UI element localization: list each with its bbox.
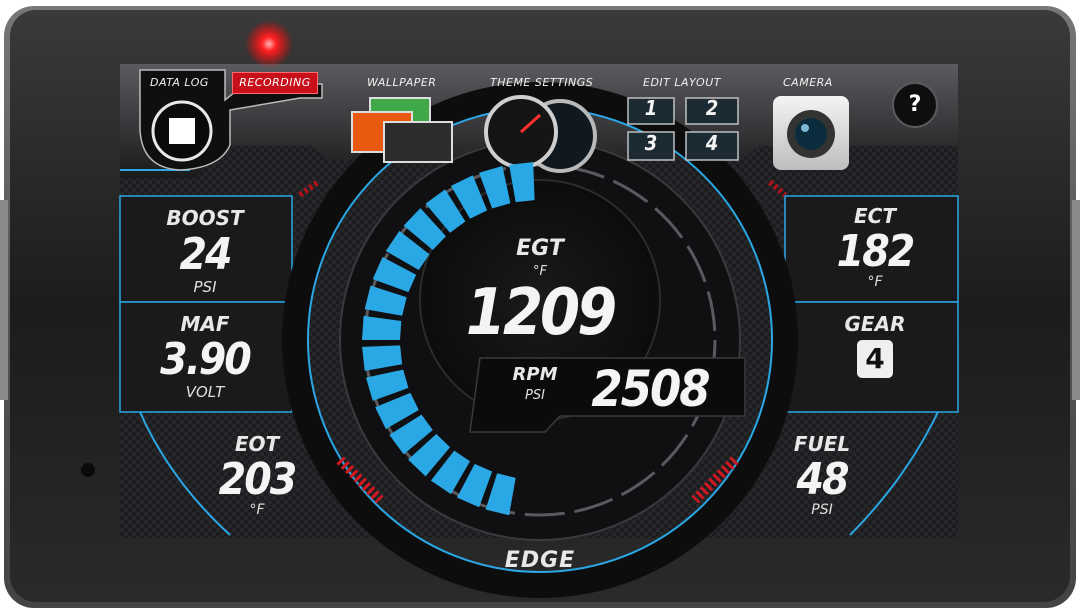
recording-badge: RECORDING bbox=[232, 72, 318, 94]
rpm-unit: PSI bbox=[525, 388, 545, 403]
edit-layout-button[interactable]: 1 2 3 4 bbox=[626, 96, 740, 162]
theme-settings-button[interactable] bbox=[484, 94, 600, 174]
ect-value: 182 bbox=[836, 226, 916, 277]
theme-settings-label: THEME SETTINGS bbox=[490, 76, 594, 89]
egt-arc-segment bbox=[593, 461, 629, 505]
egt-arc-segment bbox=[362, 345, 403, 371]
egt-arc-segment bbox=[634, 430, 676, 472]
recording-badge-text: RECORDING bbox=[239, 76, 311, 89]
monitor-device: DATA LOG RECORDING WALLPAPER THEME SETTI… bbox=[0, 0, 1080, 612]
maf-unit: VOLT bbox=[185, 383, 225, 401]
eot-label: EOT bbox=[234, 432, 280, 456]
gear-indicator: 4 bbox=[857, 340, 893, 378]
eot-value: 203 bbox=[218, 454, 298, 505]
fuel-value: 48 bbox=[796, 454, 849, 505]
egt-arc-segment bbox=[678, 309, 718, 335]
brand-logo: EDGE bbox=[504, 548, 576, 573]
egt-arc-segment bbox=[630, 204, 672, 246]
egt-arc-segment bbox=[588, 173, 623, 216]
layout-slot-1: 1 bbox=[644, 96, 658, 120]
help-icon: ? bbox=[908, 92, 922, 117]
egt-arc-segment bbox=[672, 279, 714, 310]
egt-arc-segment bbox=[661, 251, 705, 287]
egt-arc-segment bbox=[485, 473, 516, 516]
layout-slot-2: 2 bbox=[705, 96, 719, 120]
maf-label: MAF bbox=[180, 312, 230, 336]
camera-label: CAMERA bbox=[783, 76, 833, 89]
egt-arc-segment bbox=[364, 285, 407, 316]
data-log-label: DATA LOG bbox=[150, 76, 209, 89]
rpm-value: 2508 bbox=[591, 360, 710, 418]
eot-unit: °F bbox=[249, 502, 265, 518]
fuel-label: FUEL bbox=[793, 432, 851, 456]
boost-value: 24 bbox=[179, 229, 232, 280]
maf-value: 3.90 bbox=[160, 334, 252, 385]
help-button[interactable]: ? bbox=[893, 83, 937, 127]
boost-unit: PSI bbox=[193, 278, 217, 296]
ect-unit: °F bbox=[867, 274, 883, 290]
wallpaper-button[interactable] bbox=[348, 94, 458, 166]
egt-arc-segment bbox=[615, 447, 655, 490]
egt-arc-segment bbox=[366, 369, 409, 401]
data-log-stop-button[interactable] bbox=[152, 104, 212, 164]
layout-slot-4: 4 bbox=[705, 131, 719, 155]
rpm-label: RPM bbox=[512, 364, 558, 385]
camera-icon bbox=[773, 96, 849, 170]
fuel-unit: PSI bbox=[811, 502, 833, 518]
egt-label: EGT bbox=[516, 236, 564, 261]
egt-arc-segment bbox=[570, 472, 601, 514]
gear-label: GEAR bbox=[844, 312, 906, 336]
boost-label: BOOST bbox=[166, 206, 244, 230]
egt-value: 1209 bbox=[465, 276, 617, 350]
gear-value: 4 bbox=[865, 342, 885, 375]
egt-arc-segment bbox=[647, 226, 690, 266]
ect-label: ECT bbox=[854, 204, 896, 228]
layout-slot-3: 3 bbox=[644, 131, 658, 155]
camera-button[interactable] bbox=[773, 96, 849, 170]
egt-arc-segment bbox=[362, 315, 402, 340]
wallpaper-label: WALLPAPER bbox=[367, 76, 437, 89]
egt-arc-segment bbox=[610, 186, 649, 230]
edit-layout-label: EDIT LAYOUT bbox=[643, 76, 721, 89]
